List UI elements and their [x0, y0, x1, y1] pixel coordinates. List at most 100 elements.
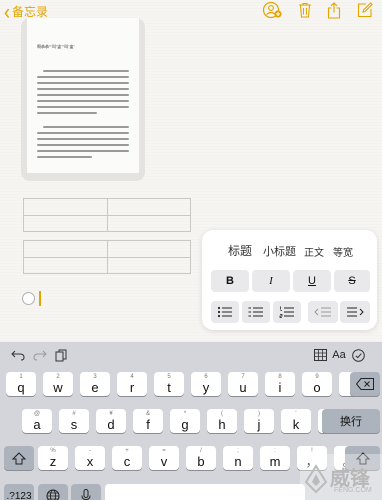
trash-icon[interactable]	[290, 0, 320, 20]
globe-key[interactable]	[38, 484, 68, 500]
key-z[interactable]: % z	[38, 446, 68, 470]
delete-key[interactable]	[350, 372, 380, 396]
key-label: h	[218, 417, 226, 432]
key-b[interactable]: / b	[186, 446, 216, 470]
globe-icon	[46, 489, 60, 500]
watermark: 威锋 FENG.COM	[300, 454, 382, 500]
key-label: .?123	[6, 490, 32, 500]
strikethrough-button[interactable]: S	[334, 270, 370, 292]
key-o[interactable]: 9o	[302, 372, 332, 396]
watermark-en: FENG.COM	[334, 487, 372, 494]
key-label: w	[53, 380, 63, 395]
key-y[interactable]: 6y	[191, 372, 221, 396]
key-label: u	[239, 380, 247, 395]
outdent-icon	[314, 307, 331, 317]
add-person-icon[interactable]	[258, 0, 288, 20]
checklist-icon[interactable]	[350, 347, 366, 363]
key-q[interactable]: 1q	[6, 372, 36, 396]
numbered-list-icon	[279, 306, 294, 318]
dictation-key[interactable]	[71, 484, 101, 500]
shift-key-left[interactable]	[4, 446, 34, 470]
table-icon[interactable]	[312, 347, 328, 363]
key-label: n	[234, 454, 242, 469]
checklist-circle[interactable]	[22, 292, 35, 305]
dashed-list-icon	[248, 307, 263, 317]
key-t[interactable]: 5t	[154, 372, 184, 396]
key-c[interactable]: + c	[112, 446, 142, 470]
key-a[interactable]: @ a	[22, 409, 52, 433]
undo-icon[interactable]	[10, 347, 26, 363]
key-d[interactable]: ¥ d	[96, 409, 126, 433]
key-label: e	[91, 380, 99, 395]
indent-icon	[347, 307, 364, 317]
key-label: y	[202, 380, 210, 395]
key-g[interactable]: * g	[170, 409, 200, 433]
return-key[interactable]: 换行	[322, 409, 380, 433]
key-label: c	[123, 454, 131, 469]
dashed-list-button[interactable]	[242, 301, 270, 323]
key-f[interactable]: & f	[133, 409, 163, 433]
key-label: 换行	[340, 416, 362, 428]
key-label: o	[313, 380, 321, 395]
key-e[interactable]: 3e	[80, 372, 110, 396]
microphone-icon	[81, 489, 91, 500]
keyboard-toolbar: Aa	[0, 342, 382, 368]
key-v[interactable]: = v	[149, 446, 179, 470]
key-label: a	[33, 417, 41, 432]
bulleted-list-button[interactable]	[211, 301, 239, 323]
key-label: d	[107, 417, 115, 432]
document-title: 啊恭恭""叫"盅""叫"盅"	[37, 44, 75, 49]
key-label: j	[257, 417, 261, 432]
key-label: f	[146, 417, 150, 432]
space-key[interactable]	[105, 484, 305, 500]
key-s[interactable]: # s	[59, 409, 89, 433]
key-i[interactable]: 8i	[265, 372, 295, 396]
key-label: q	[17, 380, 25, 395]
format-popover: 标题 小标题 正文 等宽 B I U S	[202, 230, 377, 330]
indent-button[interactable]	[340, 301, 370, 323]
table[interactable]	[23, 240, 191, 274]
key-n[interactable]: ; n	[223, 446, 253, 470]
key-r[interactable]: 4r	[117, 372, 147, 396]
style-monospace[interactable]: 等宽	[333, 244, 353, 259]
delete-icon	[356, 378, 374, 390]
key-w[interactable]: 2w	[43, 372, 73, 396]
numbers-key[interactable]: .?123	[4, 484, 34, 500]
italic-button[interactable]: I	[252, 270, 290, 292]
key-label: m	[269, 454, 281, 469]
outdent-button[interactable]	[308, 301, 338, 323]
key-label: v	[160, 454, 168, 469]
key-h[interactable]: (h	[207, 409, 237, 433]
scanned-document-page: 啊恭恭""叫"盅""叫"盅"	[27, 18, 139, 173]
share-icon[interactable]	[319, 0, 349, 20]
numbered-list-button[interactable]	[273, 301, 301, 323]
bold-button[interactable]: B	[211, 270, 249, 292]
paste-icon[interactable]	[53, 347, 69, 363]
key-label: k	[292, 417, 300, 432]
key-u[interactable]: 7u	[228, 372, 258, 396]
key-label: r	[129, 380, 135, 395]
key-label: i	[278, 380, 282, 395]
key-label: g	[181, 417, 189, 432]
chevron-left-icon: ‹	[4, 0, 10, 24]
bulleted-list-icon	[217, 306, 232, 318]
compose-icon[interactable]	[350, 0, 380, 20]
table[interactable]	[23, 198, 191, 232]
style-body[interactable]: 正文	[304, 244, 324, 259]
style-heading[interactable]: 小标题	[263, 243, 296, 259]
underline-button[interactable]: U	[293, 270, 331, 292]
key-j[interactable]: ) j	[244, 409, 274, 433]
key-label: s	[70, 417, 78, 432]
key-k[interactable]: ' k	[281, 409, 311, 433]
key-x[interactable]: -x	[75, 446, 105, 470]
redo-icon[interactable]	[32, 347, 48, 363]
style-title[interactable]: 标题	[228, 242, 252, 259]
key-label: t	[167, 380, 171, 395]
shift-icon	[12, 451, 26, 464]
key-label: b	[197, 454, 205, 469]
key-m[interactable]: :m	[260, 446, 290, 470]
key-label: z	[49, 454, 57, 469]
text-cursor	[39, 291, 41, 306]
key-label: x	[86, 454, 94, 469]
text-format-button[interactable]: Aa	[331, 347, 347, 363]
